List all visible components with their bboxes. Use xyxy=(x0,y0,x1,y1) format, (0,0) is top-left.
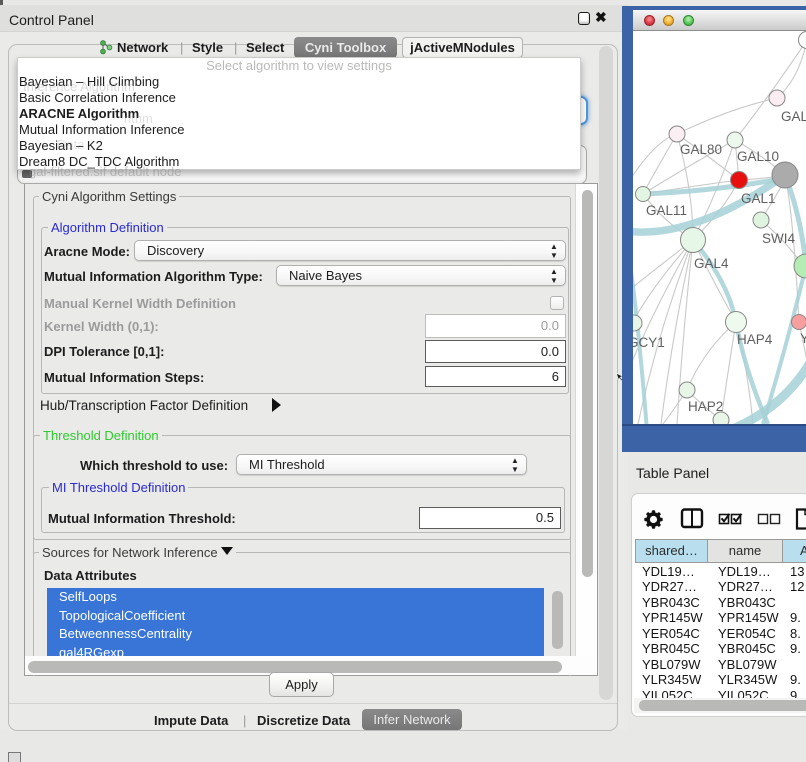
svg-text:GAL1: GAL1 xyxy=(741,191,776,206)
svg-text:SWI4: SWI4 xyxy=(762,231,795,246)
svg-text:GAL: GAL xyxy=(781,109,806,124)
svg-text:GAL4: GAL4 xyxy=(694,256,729,271)
svg-text:HAP2: HAP2 xyxy=(688,399,723,414)
svg-text:GAL80: GAL80 xyxy=(680,142,722,157)
svg-text:HAP4: HAP4 xyxy=(737,332,773,347)
svg-text:GAL11: GAL11 xyxy=(646,203,687,218)
svg-text:GAL10: GAL10 xyxy=(737,149,779,164)
svg-text:Y: Y xyxy=(800,331,806,346)
svg-text:GCY1: GCY1 xyxy=(633,335,665,350)
